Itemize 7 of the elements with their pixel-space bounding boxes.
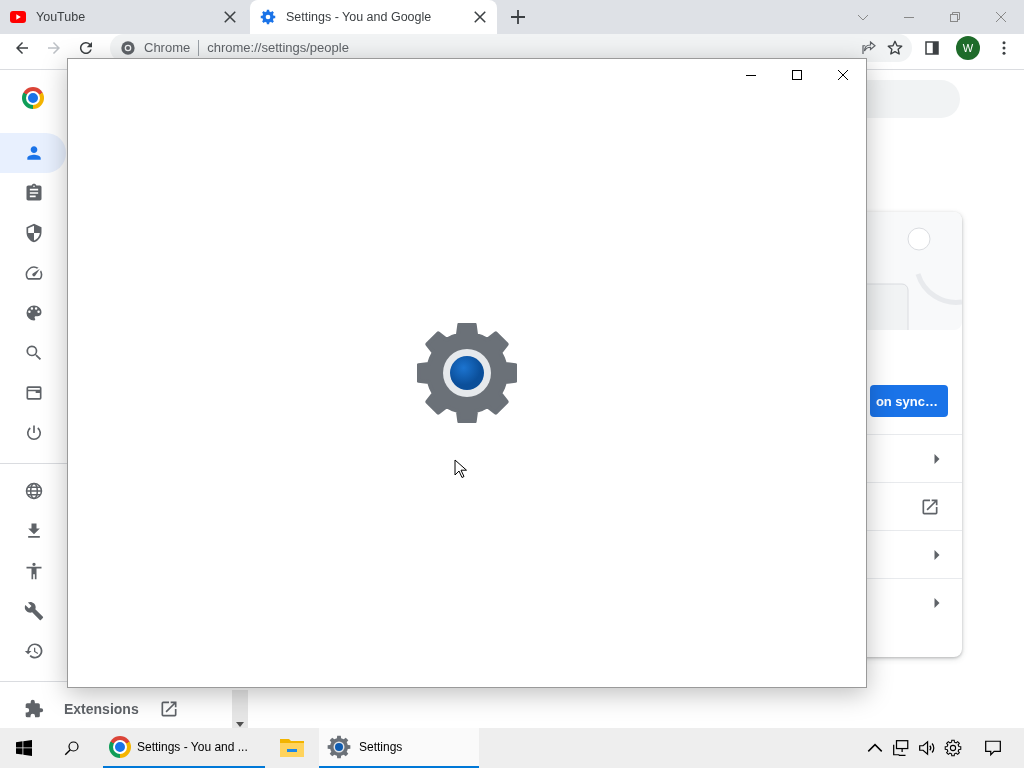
profile-avatar[interactable]: W (956, 35, 980, 60)
browser-tab[interactable]: Settings - You and Google (250, 0, 497, 34)
taskbar-app[interactable]: Settings - You and ... (103, 728, 265, 768)
browser-tab[interactable]: YouTube (0, 0, 247, 34)
taskbar-app[interactable]: Settings (319, 728, 479, 768)
extensions-link[interactable]: Extensions (64, 700, 139, 717)
turn-on-sync-button[interactable]: on sync… (869, 385, 948, 417)
